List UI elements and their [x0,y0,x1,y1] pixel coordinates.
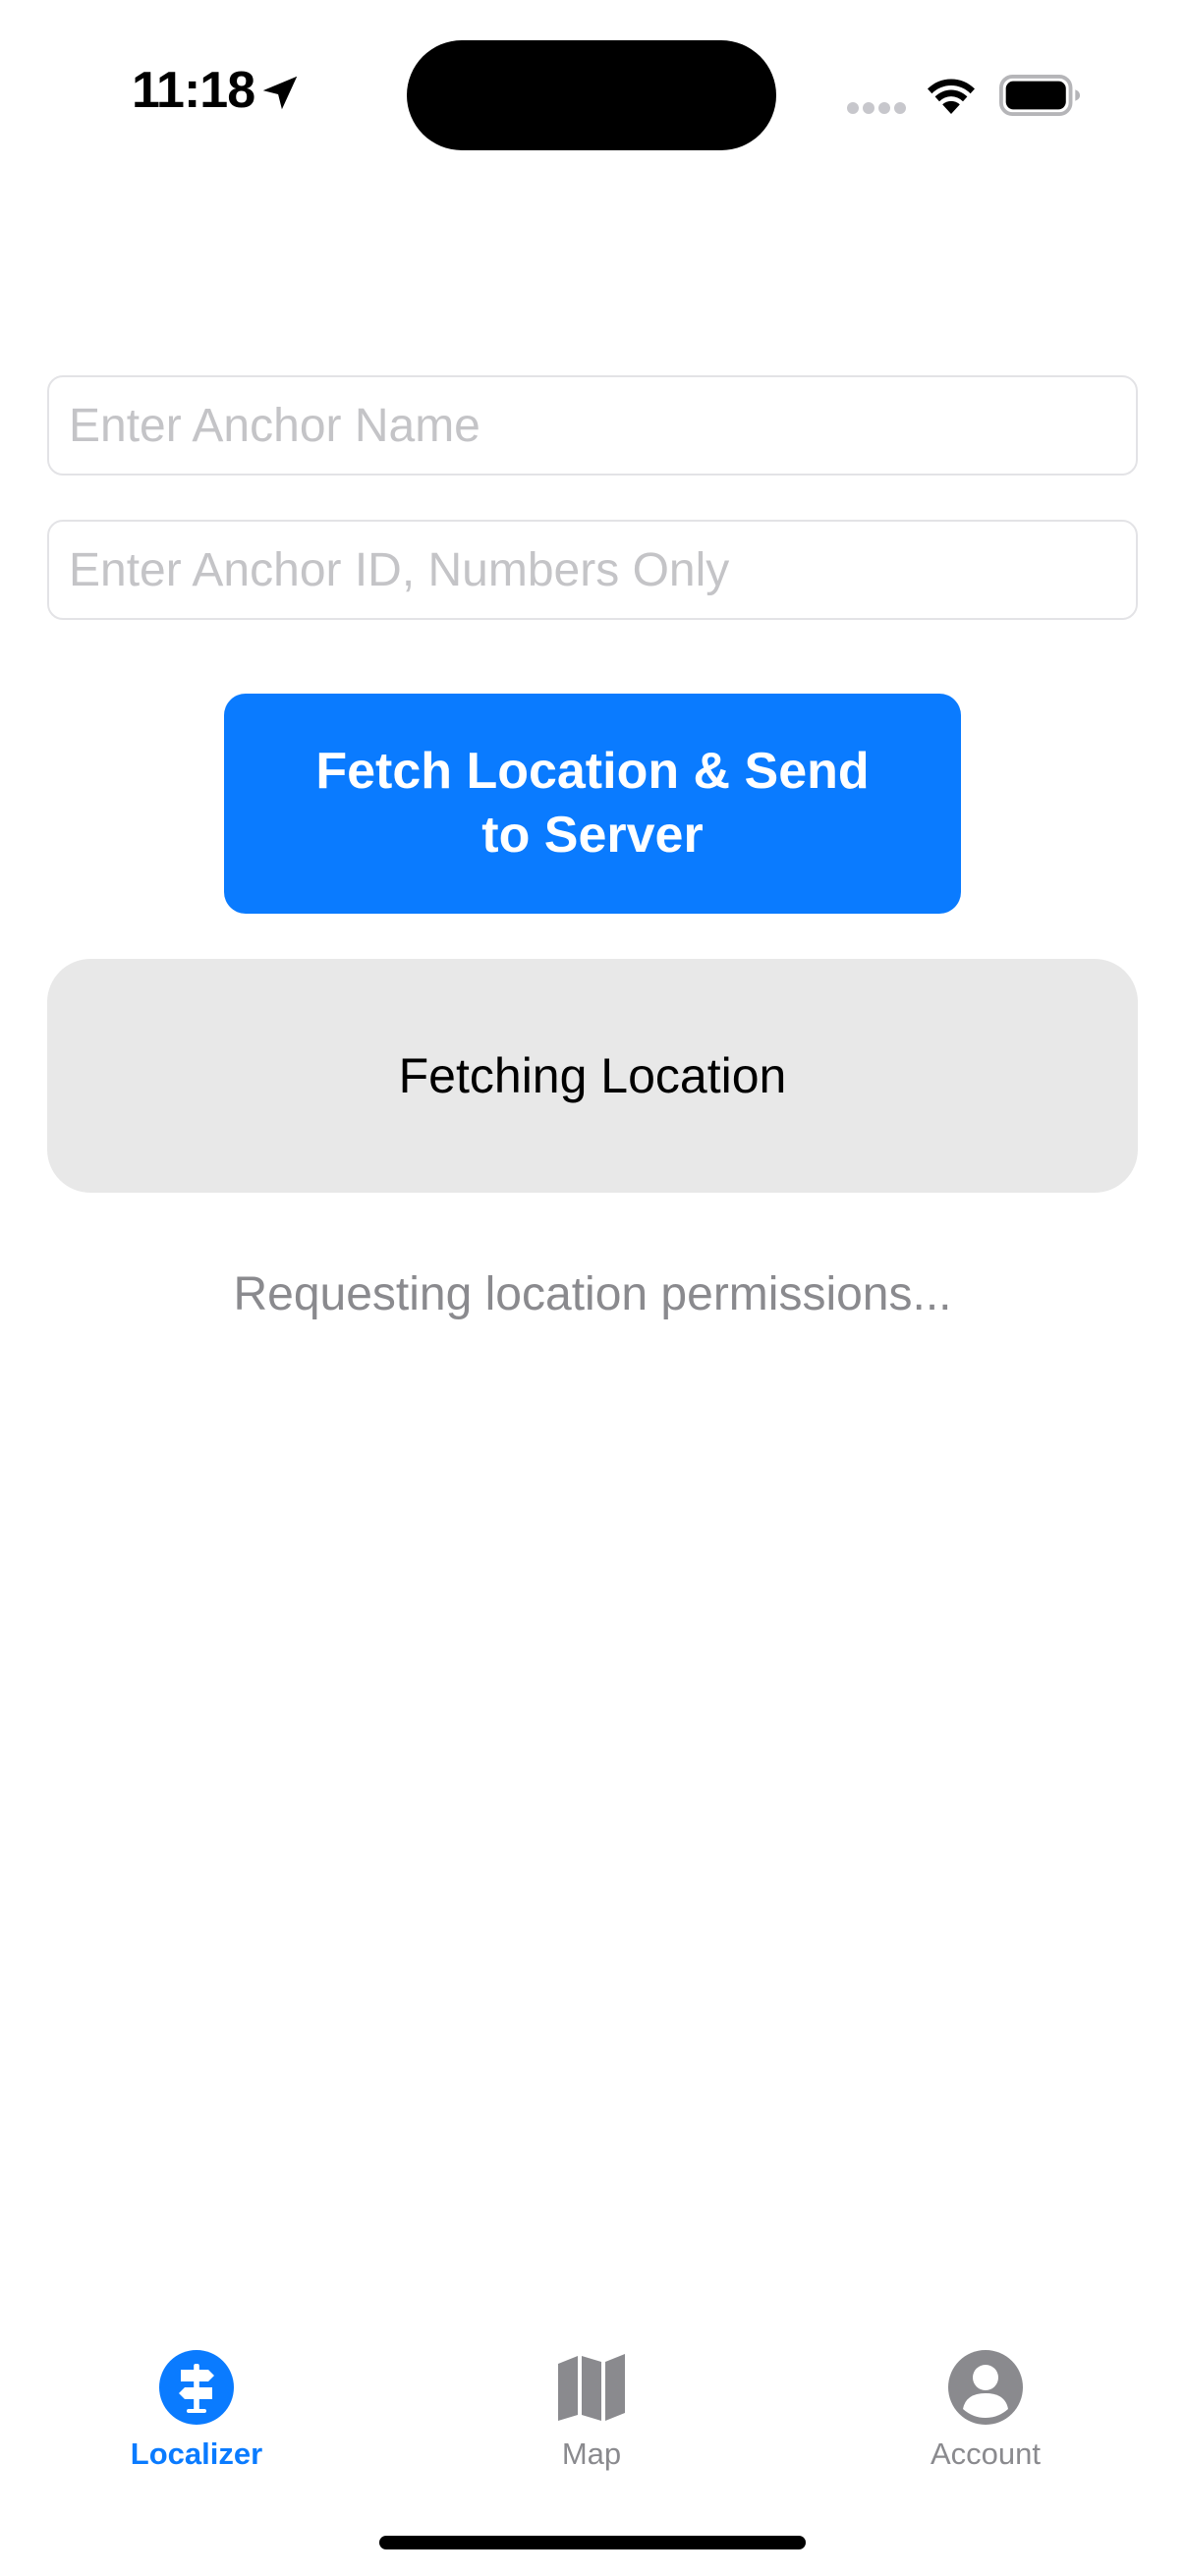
status-card-label: Fetching Location [398,1048,787,1103]
person-circle-icon [948,2350,1023,2425]
fetch-location-send-label: Fetch Location & Send to Server [315,743,870,864]
tab-map-label: Map [561,2436,622,2471]
fetch-location-send-button[interactable]: Fetch Location & Send to Server [224,694,961,914]
status-message: Requesting location permissions... [233,1268,952,1320]
tab-localizer-label: Localizer [130,2436,263,2471]
status-bar: 11:18 [0,0,1185,196]
signpost-icon [159,2350,234,2425]
anchor-name-input[interactable] [47,375,1138,476]
tab-localizer[interactable]: Localizer [49,2350,344,2507]
status-card: Fetching Location [47,959,1138,1193]
dynamic-island [407,40,776,150]
tab-account[interactable]: Account [838,2350,1133,2507]
wifi-icon [928,79,975,114]
location-arrow-icon [262,76,298,110]
tab-map[interactable]: Map [444,2350,739,2507]
status-time: 11:18 [132,62,255,119]
map-icon [558,2354,625,2421]
home-indicator [379,2536,806,2549]
tab-account-label: Account [930,2436,1041,2471]
cellular-signal-icon [847,102,908,116]
anchor-id-input[interactable] [47,520,1138,620]
battery-icon [999,75,1081,116]
